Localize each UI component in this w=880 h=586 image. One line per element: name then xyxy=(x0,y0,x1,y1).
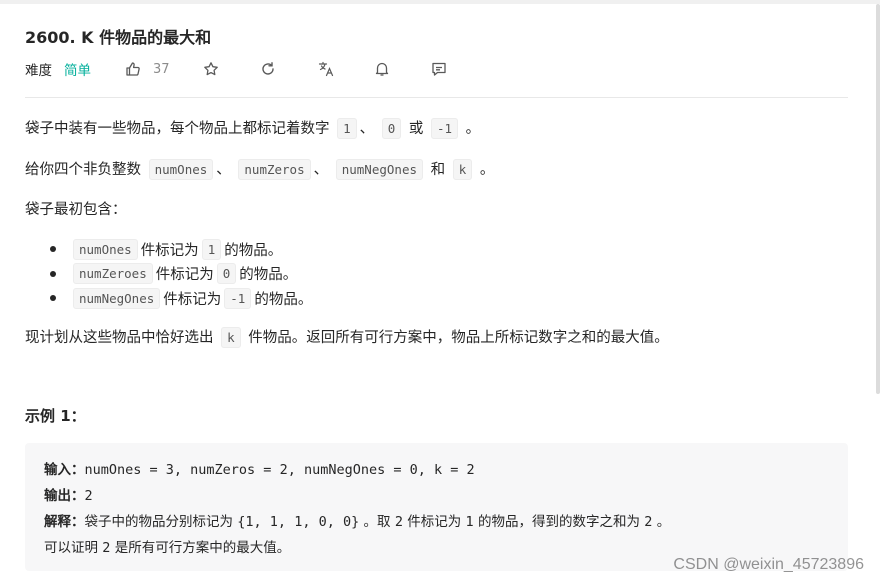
list-item: numZeroes 件标记为 0 的物品。 xyxy=(50,262,312,287)
bell-icon[interactable] xyxy=(372,59,392,79)
inline-code: k xyxy=(221,327,241,348)
example-proof-line: 可以证明 2 是所有可行方案中的最大值。 xyxy=(44,540,291,556)
inline-code: 0 xyxy=(381,118,402,139)
inline-code: numNegOnes xyxy=(335,159,423,180)
like-count: 37 xyxy=(153,61,170,77)
difficulty-label: 难度 xyxy=(25,63,52,79)
inline-code: 1 xyxy=(337,118,357,139)
refresh-icon[interactable] xyxy=(258,59,278,79)
feedback-icon[interactable] xyxy=(429,59,449,79)
problem-title: 2600. K 件物品的最大和 xyxy=(25,28,212,47)
inline-code: numZeroes xyxy=(73,263,153,285)
divider xyxy=(25,97,848,98)
inline-code: numOnes xyxy=(148,159,214,180)
contents-list: numOnes 件标记为 1 的物品。 numZeroes 件标记为 0 的物品… xyxy=(50,237,312,311)
explanation-label: 解释： xyxy=(44,514,85,530)
inline-code: numOnes xyxy=(73,238,138,260)
star-icon[interactable] xyxy=(201,59,221,79)
bullet-dot xyxy=(50,246,56,253)
inline-code: 0 xyxy=(216,263,237,285)
problem-meta-bar: 难度 简单 37 xyxy=(25,58,449,80)
inline-code: k xyxy=(452,159,473,180)
translate-icon[interactable] xyxy=(316,59,336,79)
list-item: numOnes 件标记为 1 的物品。 xyxy=(50,237,312,262)
example-input-line: 输入：numOnes = 3, numZeros = 2, numNegOnes… xyxy=(44,458,475,478)
output-label: 输出： xyxy=(44,488,85,504)
inline-code: numNegOnes xyxy=(73,287,161,309)
description-paragraph-3: 袋子最初包含： xyxy=(25,202,127,218)
description-paragraph-2: 给你四个非负整数 numOnes、 numZeros、 numNegOnes 和… xyxy=(25,158,494,180)
bullet-dot xyxy=(50,295,56,302)
inline-code: -1 xyxy=(431,118,459,139)
input-label: 输入： xyxy=(44,462,85,478)
description-paragraph-4: 现计划从这些物品中恰好选出 k 件物品。返回所有可行方案中，物品上所标记数字之和… xyxy=(25,326,669,348)
thumbs-up-icon[interactable] xyxy=(123,59,143,79)
scrollbar[interactable] xyxy=(876,4,880,394)
list-item: numNegOnes 件标记为 -1 的物品。 xyxy=(50,286,312,311)
example-title: 示例 1： xyxy=(25,407,86,425)
example-block: 输入：numOnes = 3, numZeros = 2, numNegOnes… xyxy=(25,443,848,571)
inline-code: 1 xyxy=(201,238,222,260)
example-explanation-line: 解释：袋子中的物品分别标记为 {1, 1, 1, 0, 0} 。取 2 件标记为… xyxy=(44,514,671,530)
input-value: numOnes = 3, numZeros = 2, numNegOnes = … xyxy=(84,462,475,478)
inline-code: -1 xyxy=(224,287,252,309)
bullet-dot xyxy=(50,270,56,277)
difficulty-badge: 简单 xyxy=(64,63,91,79)
inline-code: numZeros xyxy=(238,159,311,180)
watermark: CSDN @weixin_45723896 xyxy=(673,556,864,573)
top-border xyxy=(0,0,880,4)
example-output-line: 输出：2 xyxy=(44,484,93,504)
description-paragraph-1: 袋子中装有一些物品，每个物品上都标记着数字 1、 0 或 -1 。 xyxy=(25,117,480,139)
output-value: 2 xyxy=(84,488,93,504)
